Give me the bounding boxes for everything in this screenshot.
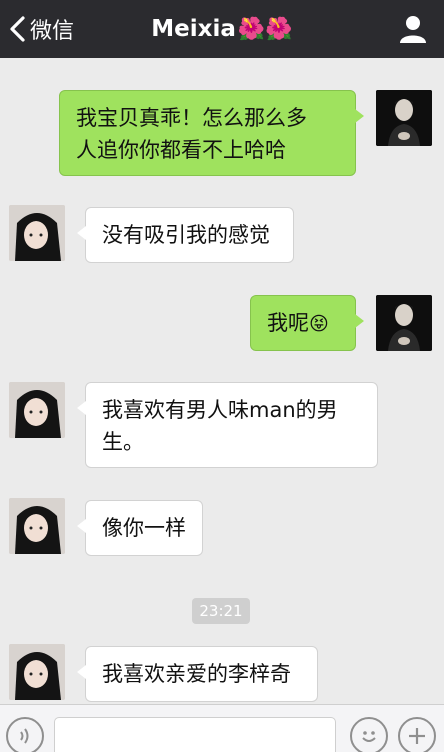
avatar-image <box>376 295 432 351</box>
avatar-image <box>9 644 65 700</box>
message-bubble-sent[interactable]: 我呢😝 <box>250 295 364 351</box>
message-text: 我宝贝真乖！怎么那么多 <box>76 106 307 130</box>
tongue-emoji-icon: 😝 <box>309 313 329 335</box>
plus-icon <box>409 728 425 744</box>
message-text: 人追你你都看不上哈哈 <box>76 138 286 162</box>
voice-button[interactable] <box>6 717 44 752</box>
input-bar <box>0 704 444 752</box>
my-avatar[interactable] <box>376 295 432 351</box>
emoji-icon <box>362 731 376 742</box>
message-text: 没有吸引我的感觉 <box>102 223 270 247</box>
avatar-image <box>9 382 65 438</box>
message-bubble-received[interactable]: 我喜欢亲爱的李梓奇 <box>77 646 318 702</box>
chat-title-text: Meixia <box>151 16 236 42</box>
message-text: 我喜欢有男人味man的男 <box>102 398 338 422</box>
message-text: 像你一样 <box>102 516 186 540</box>
avatar-image <box>376 90 432 146</box>
message-bubble-received[interactable]: 像你一样 <box>77 500 203 556</box>
message-bubble-received[interactable]: 没有吸引我的感觉 <box>77 207 294 263</box>
nav-bar: 微信 Meixia 🌺🌺 <box>0 0 444 58</box>
message-text: 我呢 <box>267 311 309 335</box>
profile-button[interactable] <box>398 14 428 44</box>
more-button[interactable] <box>398 717 436 752</box>
my-avatar[interactable] <box>376 90 432 146</box>
profile-icon <box>400 16 426 43</box>
chat-title: Meixia 🌺🌺 <box>0 0 444 58</box>
chat-screen: 微信 Meixia 🌺🌺 我宝贝真乖！怎么那么多 人追你你都看不上哈哈 没有吸引… <box>0 0 444 752</box>
voice-icon <box>20 728 29 744</box>
timestamp: 23:21 <box>192 598 250 624</box>
contact-avatar[interactable] <box>9 205 65 261</box>
message-bubble-sent[interactable]: 我宝贝真乖！怎么那么多 人追你你都看不上哈哈 <box>59 90 364 176</box>
avatar-image <box>9 498 65 554</box>
contact-avatar[interactable] <box>9 382 65 438</box>
title-emoji: 🌺🌺 <box>237 16 293 42</box>
emoji-button[interactable] <box>350 717 388 752</box>
message-text: 生。 <box>102 430 144 454</box>
contact-avatar[interactable] <box>9 644 65 700</box>
message-input[interactable] <box>54 717 336 752</box>
avatar-image <box>9 205 65 261</box>
message-bubble-received[interactable]: 我喜欢有男人味man的男 生。 <box>77 382 378 468</box>
contact-avatar[interactable] <box>9 498 65 554</box>
message-text: 我喜欢亲爱的李梓奇 <box>102 662 291 686</box>
